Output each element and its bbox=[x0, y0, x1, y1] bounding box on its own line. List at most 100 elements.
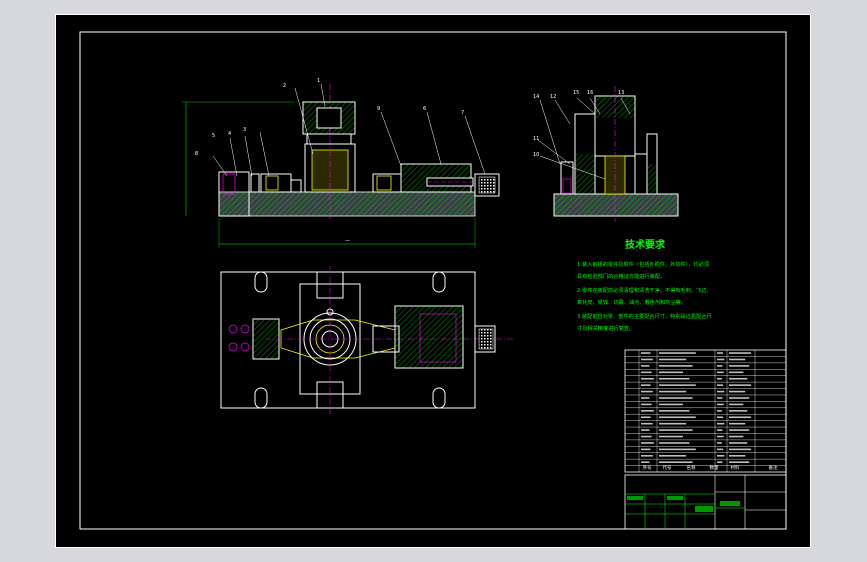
bom-cell-text bbox=[729, 410, 748, 412]
tech-req-line: 寸及相关精度进行复查。 bbox=[577, 324, 634, 332]
bom-cell-text bbox=[729, 358, 746, 361]
bom-cell-text bbox=[659, 365, 693, 367]
bom-cell-text bbox=[717, 454, 725, 457]
bom-cell-text bbox=[641, 371, 652, 374]
bom-cell-text bbox=[717, 403, 724, 406]
bom-cell-text bbox=[659, 397, 693, 399]
bom-cell-text bbox=[717, 448, 724, 451]
bom-cell-text bbox=[729, 454, 746, 457]
balloon-label: 13 bbox=[618, 90, 624, 96]
bom-cell-text bbox=[659, 416, 696, 419]
bom-cell-text bbox=[717, 422, 725, 425]
balloon-label: 7 bbox=[461, 110, 464, 116]
bom-cell-text bbox=[641, 384, 651, 386]
bom-header-cell: 序号 bbox=[643, 464, 652, 471]
bom-cell-text bbox=[659, 390, 687, 393]
tech-req-line: 1.装入前组的零件及附件（包括外购件、外协件），均必须 bbox=[577, 260, 709, 268]
bom-cell-text bbox=[729, 429, 750, 431]
tech-req-line: 具有检验部门的合格证方能进行装配。 bbox=[577, 272, 665, 280]
balloon-label: 3 bbox=[243, 127, 246, 133]
bom-cell-text bbox=[717, 435, 724, 438]
balloon-label: 15 bbox=[573, 90, 579, 96]
svg-text:—: — bbox=[345, 238, 350, 244]
balloon-label: 5 bbox=[212, 133, 215, 139]
bom-cell-text bbox=[717, 442, 722, 444]
bom-cell-text bbox=[641, 448, 651, 451]
bom-cell-text bbox=[659, 442, 690, 444]
bom-cell-text bbox=[641, 435, 652, 438]
bom-cell-text bbox=[641, 410, 654, 412]
parts-list bbox=[624, 349, 787, 473]
bom-cell-text bbox=[659, 384, 696, 386]
bom-cell-text bbox=[717, 371, 724, 374]
bom-cell-text bbox=[659, 352, 696, 354]
bom-cell-text bbox=[641, 377, 654, 380]
balloon-label: 1 bbox=[317, 78, 320, 84]
balloon-label: 12 bbox=[550, 94, 556, 100]
bom-cell-text bbox=[729, 403, 744, 406]
bom-cell-text bbox=[717, 397, 723, 399]
parts-list-header: 序号 代号 名称 数量 材料 备注 bbox=[643, 464, 778, 471]
bom-cell-text bbox=[659, 429, 693, 431]
balloon-label: 8 bbox=[195, 151, 198, 157]
bom-cell-text bbox=[729, 397, 750, 399]
side-view bbox=[537, 86, 679, 222]
bom-header-cell: 备注 bbox=[769, 464, 778, 471]
bom-cell-text bbox=[717, 358, 725, 361]
balloon-label: 10 bbox=[533, 152, 539, 158]
bom-cell-text bbox=[641, 403, 652, 406]
bom-cell-text bbox=[641, 422, 653, 425]
balloon-label: 4 bbox=[228, 131, 231, 137]
top-view bbox=[220, 266, 515, 414]
bom-header-cell: 数量 bbox=[710, 464, 719, 471]
balloon-label: 16 bbox=[587, 90, 593, 96]
bom-cell-text bbox=[659, 422, 687, 425]
bom-cell-text bbox=[717, 461, 723, 464]
drawing-canvas: — 8 5 4 3 2 1 9 6 7 14 12 15 16 13 11 10… bbox=[55, 14, 811, 548]
bom-cell-text bbox=[659, 435, 683, 438]
tech-requirements-title: 技术要求 bbox=[625, 238, 666, 251]
bom-cell-text bbox=[729, 371, 744, 374]
bom-cell-text bbox=[729, 384, 752, 386]
bom-cell-text bbox=[729, 365, 750, 367]
bom-cell-text bbox=[729, 422, 746, 425]
bom-cell-text bbox=[659, 448, 696, 451]
bom-cell-text bbox=[717, 429, 723, 431]
bom-cell-text bbox=[729, 461, 750, 464]
bom-cell-text bbox=[729, 448, 752, 451]
front-view: — bbox=[182, 83, 500, 248]
bom-header-cell: 代号 bbox=[663, 464, 672, 471]
cad-drawing: — 8 5 4 3 2 1 9 6 7 14 12 15 16 13 11 10… bbox=[55, 14, 811, 548]
tech-req-line: 氧化皮、锈蚀、切屑、油污、着色剂和灰尘等。 bbox=[577, 298, 686, 306]
bom-cell-text bbox=[641, 454, 653, 457]
bom-cell-text bbox=[659, 461, 693, 464]
bom-cell-text bbox=[659, 377, 690, 380]
bom-cell-text bbox=[717, 410, 722, 412]
bom-cell-text bbox=[641, 358, 653, 361]
bom-cell-text bbox=[641, 390, 653, 393]
bom-cell-text bbox=[641, 365, 650, 367]
bom-cell-text bbox=[659, 358, 687, 361]
title-block bbox=[624, 474, 787, 530]
bom-cell-text bbox=[717, 377, 722, 380]
tech-req-line: 2.零件在装配前必须清理和清洗干净，不得有毛刺、飞边、 bbox=[577, 286, 712, 294]
balloon-label: 6 bbox=[423, 106, 426, 112]
bom-cell-text bbox=[717, 365, 723, 367]
bom-cell-text bbox=[729, 416, 752, 419]
bom-cell-text bbox=[659, 403, 683, 406]
bom-cell-text bbox=[729, 442, 748, 444]
bom-cell-text bbox=[659, 410, 690, 412]
bom-cell-text bbox=[717, 352, 724, 354]
bom-cell-text bbox=[641, 397, 650, 399]
bom-cell-text bbox=[729, 390, 746, 393]
balloon-label: 11 bbox=[533, 136, 539, 142]
bom-cell-text bbox=[641, 416, 651, 419]
tech-req-line: 3.装配前应对零、部件的主要配合尺寸，特别是过盈配合尺 bbox=[577, 312, 712, 320]
bom-cell-text bbox=[659, 454, 687, 457]
bom-cell-text bbox=[717, 390, 725, 393]
bom-header-cell: 名称 bbox=[687, 464, 696, 471]
bom-cell-text bbox=[717, 416, 724, 419]
balloon-label: 9 bbox=[377, 106, 380, 112]
balloon-label: 14 bbox=[533, 94, 539, 100]
bom-cell-text bbox=[641, 352, 651, 354]
